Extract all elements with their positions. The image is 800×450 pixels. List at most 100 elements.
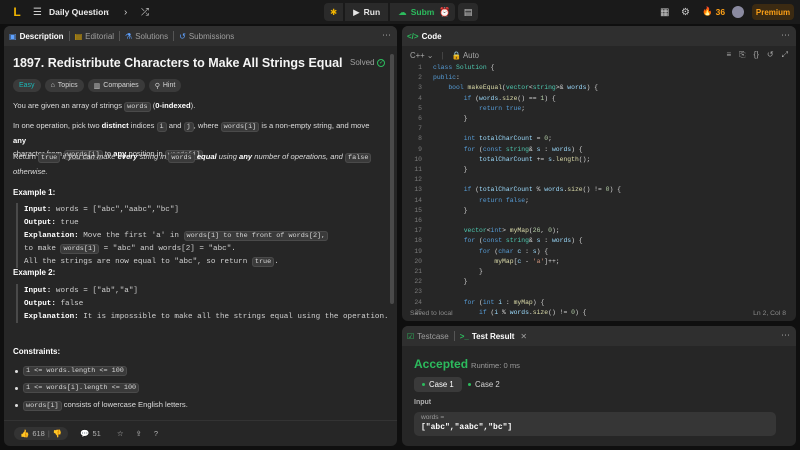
star-icon[interactable]: ☆	[117, 429, 124, 438]
test-more-options-icon[interactable]: ⋯	[781, 330, 790, 341]
code-line[interactable]: vector<int> myMap(26, 0);	[433, 227, 560, 234]
braces-icon[interactable]: {}	[754, 50, 759, 60]
line-number: 21	[414, 268, 422, 275]
autocomplete-toggle[interactable]: 🔒 Auto	[451, 51, 479, 60]
description-scrollbar[interactable]	[390, 54, 394, 304]
thumbs-up-icon: 👍	[20, 429, 30, 438]
tag-icon: ⌂	[50, 82, 55, 89]
language-select[interactable]: C++ ⌄	[410, 51, 433, 60]
line-number: 3	[418, 84, 422, 92]
timer-button[interactable]: ⏰	[435, 3, 455, 21]
code-line[interactable]: public:	[433, 74, 460, 81]
leetcode-logo[interactable]: L	[10, 5, 24, 19]
problem-paragraph-3: Return true if you can make every string…	[13, 150, 383, 178]
lightbulb-icon: ⚲	[154, 82, 160, 90]
code-line[interactable]: totalCharCount += s.length();	[433, 156, 590, 163]
code-line[interactable]: }	[433, 115, 468, 122]
save-status: Saved to local	[410, 310, 453, 317]
code-line[interactable]: }	[433, 166, 468, 173]
run-controls: ✱ ▶ Run ☁ Submit	[324, 3, 448, 21]
code-line[interactable]: if (totalCharCount % words.size() != 0) …	[433, 186, 621, 193]
tab-description[interactable]: ▣ Description	[4, 26, 69, 46]
example-1-block: Input: words = ["abc","aabc","bc"] Outpu…	[16, 203, 329, 268]
tab-test-result[interactable]: >_ Test Result ✕	[455, 326, 532, 346]
tab-submissions[interactable]: ↺ Submissions	[174, 26, 239, 46]
tab-testcase[interactable]: ☑ Testcase	[402, 326, 454, 346]
code-line[interactable]: bool makeEqual(vector<string>& words) {	[433, 84, 598, 91]
bug-icon: ✱	[330, 6, 338, 17]
notes-button[interactable]: ▤	[458, 3, 478, 21]
problem-paragraph-1: You are given an array of strings words …	[13, 101, 196, 112]
document-icon: ▣	[9, 31, 17, 41]
like-count: 618	[32, 429, 45, 438]
comments-button[interactable]: 💬 51	[74, 427, 107, 440]
code-line[interactable]: }	[433, 278, 468, 285]
companies-chip[interactable]: ▥ Companies	[87, 79, 145, 92]
tab-solutions[interactable]: ⚗ Solutions	[120, 26, 173, 46]
premium-button[interactable]: Premium	[752, 4, 794, 20]
user-avatar[interactable]	[732, 6, 744, 18]
input-label: Input	[414, 399, 432, 406]
tab-editorial[interactable]: ▤ Editorial	[70, 26, 119, 46]
line-number: 13	[414, 186, 422, 194]
help-icon[interactable]: ?	[154, 429, 158, 438]
code-tab[interactable]: </> Code	[402, 26, 447, 46]
code-line[interactable]: if (i % words.size() != 0) {	[433, 309, 586, 316]
example-2-block: Input: words = ["ab","a"] Output: false …	[16, 284, 389, 323]
run-button[interactable]: ▶ Run	[345, 3, 389, 21]
tab-label: Submissions	[188, 31, 235, 41]
comment-count: 51	[92, 429, 101, 438]
debug-button[interactable]: ✱	[324, 3, 344, 21]
code-line[interactable]: if (words.size() == 1) {	[433, 95, 556, 102]
close-icon[interactable]: ✕	[520, 332, 527, 341]
shuffle-icon[interactable]: ⤮	[141, 5, 149, 19]
page-title[interactable]: Daily Question	[49, 7, 109, 17]
code-line[interactable]: return false;	[433, 197, 529, 204]
bookmark-icon[interactable]: ⎘	[739, 50, 745, 60]
more-options-icon[interactable]: ⋯	[382, 30, 391, 41]
history-icon: ↺	[179, 31, 186, 41]
prev-problem-icon[interactable]: ‹	[106, 5, 109, 19]
code-more-options-icon[interactable]: ⋯	[781, 30, 790, 41]
line-number: 20	[414, 257, 422, 265]
format-icon[interactable]: ≡	[726, 50, 731, 60]
description-panel: ▣ Description ▤ Editorial ⚗ Solutions ↺ Subm…	[4, 26, 397, 446]
next-problem-icon[interactable]: ›	[124, 5, 127, 19]
code-line[interactable]: }	[433, 268, 483, 275]
code-line[interactable]: for (const string& s : words) {	[433, 146, 583, 153]
code-line[interactable]: for (char c : s) {	[433, 248, 548, 255]
cloud-upload-icon: ☁	[398, 6, 407, 17]
tab-label: Description	[19, 31, 64, 41]
language-label: C++	[410, 50, 425, 60]
line-number: 1	[418, 64, 422, 71]
share-icon[interactable]: ⇪	[136, 429, 142, 438]
problem-list-icon[interactable]: ☰	[33, 5, 42, 19]
code-line[interactable]: int totalCharCount = 0;	[433, 135, 552, 142]
code-editor[interactable]: 1 class Solution {2 public: 3 bool makeEqua…	[402, 64, 796, 321]
cursor-position: Ln 2, Col 8	[753, 310, 786, 317]
case-1-button[interactable]: Case 1	[414, 377, 462, 392]
problem-title[interactable]: 1897. Redistribute Characters to Make Al…	[13, 56, 343, 70]
layout-icon[interactable]: ▦	[660, 5, 669, 19]
building-icon: ▥	[93, 82, 101, 90]
code-line[interactable]: for (int i : myMap) {	[433, 299, 545, 306]
line-number: 9	[418, 145, 422, 153]
code-line[interactable]: myMap[c - 'a']++;	[433, 258, 559, 265]
line-number: 15	[414, 206, 422, 214]
code-line[interactable]: return true;	[433, 105, 525, 112]
reset-icon[interactable]: ↺	[767, 50, 774, 60]
code-panel: </> Code ⋯ C++ ⌄ | 🔒 Auto ≡ ⎘ {} ↺ ⤢ 1 cla…	[402, 26, 796, 321]
code-line[interactable]: class Solution {	[433, 64, 494, 71]
streak-counter[interactable]: 🔥 36	[702, 6, 725, 17]
fullscreen-icon[interactable]: ⤢	[782, 50, 788, 60]
code-panel-header: </> Code ⋯	[402, 26, 796, 46]
settings-gear-icon[interactable]: ⚙	[681, 5, 690, 19]
case-2-button[interactable]: Case 2	[460, 377, 508, 392]
topics-chip[interactable]: ⌂ Topics	[44, 79, 84, 92]
like-button[interactable]: 👍 618 | 👎	[14, 427, 69, 440]
code-brackets-icon: </>	[407, 31, 419, 41]
code-line[interactable]: for (const string& s : words) {	[433, 237, 583, 244]
code-line[interactable]: }	[433, 207, 468, 214]
problem-tags: Easy ⌂ Topics ▥ Companies ⚲ Hint	[13, 79, 182, 92]
hint-chip[interactable]: ⚲ Hint	[148, 79, 182, 92]
